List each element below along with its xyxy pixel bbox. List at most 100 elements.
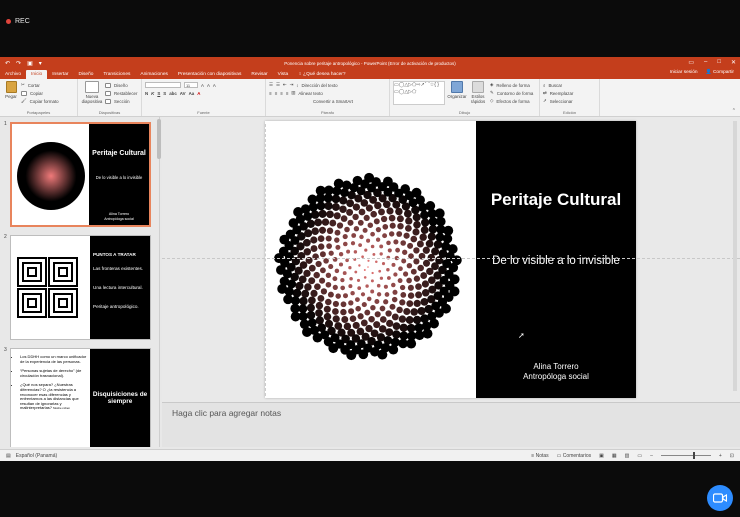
customize-icon[interactable]: ▾ (39, 60, 42, 67)
spacing-icon[interactable]: AV (180, 91, 186, 96)
shapes-gallery[interactable]: ▭◯△▷⬠⇨↗⌒☆{ }▭◯△▷⬠ (393, 81, 445, 105)
underline-icon[interactable]: S (157, 91, 160, 96)
bold-icon[interactable]: N (145, 91, 148, 96)
tab-presentacion[interactable]: Presentación con diapositivas (173, 70, 246, 79)
shrink-font-icon[interactable]: A (207, 83, 210, 88)
select-button[interactable]: ➚ Seleccionar (543, 97, 596, 105)
editor-scrollbar[interactable] (733, 121, 737, 391)
cut-button[interactable]: ✂ Cortar (21, 81, 59, 89)
sorter-view-icon[interactable]: ▦ (612, 453, 617, 459)
zoom-thumb[interactable] (692, 452, 695, 459)
arrange-button[interactable]: Organizar (447, 81, 467, 105)
numbering-icon[interactable]: ☰ (276, 82, 280, 88)
shape-fill-button[interactable]: ◈ Relleno de forma (490, 81, 533, 89)
tab-inicio[interactable]: Inicio (26, 70, 48, 79)
clear-format-icon[interactable]: A (213, 83, 216, 88)
columns-icon[interactable]: ▥ (291, 90, 295, 96)
zoom-in-icon[interactable]: + (719, 453, 722, 459)
format-painter-button[interactable]: 🖌 Copiar formato (21, 97, 59, 105)
spiral-dot (421, 218, 430, 227)
bullets-icon[interactable]: ☰ (269, 82, 273, 88)
tab-archivo[interactable]: Archivo (0, 70, 26, 79)
paste-button[interactable]: Pegar (3, 81, 19, 105)
copy-label: Copiar (30, 90, 43, 96)
tab-insertar[interactable]: Insertar (47, 70, 73, 79)
comments-toggle[interactable]: ▭ Comentarios (557, 453, 591, 459)
person-icon: 👤 (705, 70, 712, 75)
spellcheck-icon[interactable]: ▤ (6, 453, 11, 459)
save-icon[interactable]: ▣ (27, 60, 33, 67)
reading-view-icon[interactable]: ▥ (625, 453, 630, 459)
find-button[interactable]: ⌕ Buscar (543, 81, 596, 89)
align-text-button[interactable]: Alinear texto (298, 91, 322, 96)
tab-vista[interactable]: Vista (273, 70, 294, 79)
ribbon-options-icon[interactable]: ▭ (688, 59, 694, 66)
tell-me-box[interactable]: ♀ ¿Qué desea hacer? (293, 70, 350, 79)
reset-button[interactable]: Restablecer (105, 89, 137, 97)
align-right-icon[interactable]: ≡ (280, 91, 283, 96)
notes-toggle[interactable]: ≡ Notas (531, 453, 548, 459)
spiral-dot (311, 227, 319, 235)
spiral-dot (348, 284, 353, 289)
record-dot-icon (6, 19, 11, 24)
slideshow-view-icon[interactable]: ▭ (637, 453, 642, 459)
replace-button[interactable]: ⇄ Reemplazar (543, 89, 596, 97)
shadow-icon[interactable]: S (163, 91, 166, 96)
smartart-button[interactable]: Convertir a SmartArt (313, 99, 353, 104)
font-size-input[interactable]: 11 (184, 82, 198, 88)
share-button[interactable]: 👤 Compartir (706, 70, 734, 75)
collapse-ribbon-icon[interactable]: ⌃ (732, 108, 736, 114)
language-status[interactable]: Español (Panamá) (16, 453, 57, 459)
new-slide-button[interactable]: Nueva diapositiva (81, 81, 103, 105)
tab-diseno[interactable]: Diseño (73, 70, 98, 79)
tab-animaciones[interactable]: Animaciones (135, 70, 172, 79)
section-button[interactable]: Sección (105, 97, 137, 105)
thumbnail-1-author: Alina Torrero (108, 212, 130, 216)
case-icon[interactable]: Aa (189, 91, 195, 96)
thumbnail-slide-2[interactable]: PUNTOS A TRATAR Las fronteras existentes… (10, 235, 151, 340)
maximize-icon[interactable]: □ (717, 59, 721, 66)
spiral-dot (279, 234, 290, 245)
align-center-icon[interactable]: ≡ (275, 91, 278, 96)
spiral-dot (346, 350, 357, 361)
shape-outline-button[interactable]: ✎ Contorno de forma (490, 89, 533, 97)
quick-styles-button[interactable]: Estilos rápidos (469, 81, 487, 105)
spiral-dot (310, 210, 320, 219)
current-slide[interactable]: Peritaje Cultural De lo visible a lo inv… (265, 121, 636, 398)
minimize-icon[interactable]: – (704, 59, 707, 66)
justify-icon[interactable]: ≡ (286, 91, 289, 96)
strikethrough-icon[interactable]: abc (169, 91, 177, 96)
notes-pane[interactable]: Haga clic para agregar notas (162, 402, 740, 447)
recording-indicator: REC (6, 18, 30, 25)
grow-font-icon[interactable]: A (201, 83, 204, 88)
spiral-dot (312, 332, 323, 343)
font-color-icon[interactable]: A (197, 91, 200, 96)
spiral-dot (376, 283, 381, 288)
italic-icon[interactable]: K (151, 91, 154, 96)
indent-icon[interactable]: ⇤ (283, 82, 287, 88)
layout-button[interactable]: Diseño (105, 81, 137, 89)
outdent-icon[interactable]: ⇥ (290, 82, 294, 88)
thumbnail-slide-3[interactable]: Los DDHH como un marco unificador de la … (10, 348, 151, 447)
camera-button[interactable] (707, 485, 733, 511)
tab-transiciones[interactable]: Transiciones (98, 70, 135, 79)
tab-revisar[interactable]: Revisar (246, 70, 272, 79)
zoom-out-icon[interactable]: – (650, 453, 653, 459)
text-direction-button[interactable]: Dirección del texto (301, 83, 337, 88)
thumbnails-scrollbar[interactable] (157, 119, 161, 159)
fit-slide-icon[interactable]: ⊡ (730, 453, 734, 459)
signin-link[interactable]: Iniciar sesión (670, 70, 698, 75)
line-spacing-icon[interactable]: ↕ (296, 83, 298, 88)
undo-icon[interactable]: ↶ (5, 60, 10, 67)
font-name-input[interactable] (145, 82, 181, 88)
redo-icon[interactable]: ↷ (16, 60, 21, 67)
shape-effects-button[interactable]: ◇ Efectos de forma (490, 97, 533, 105)
zoom-slider[interactable] (660, 452, 711, 459)
close-icon[interactable]: ✕ (731, 59, 736, 66)
spiral-dot (334, 237, 340, 243)
copy-button[interactable]: Copiar (21, 89, 59, 97)
spiral-dot (396, 231, 403, 237)
align-left-icon[interactable]: ≡ (269, 91, 272, 96)
thumbnail-slide-1[interactable]: Peritaje Cultural De lo visible a lo inv… (10, 122, 151, 227)
normal-view-icon[interactable]: ▣ (599, 453, 604, 459)
